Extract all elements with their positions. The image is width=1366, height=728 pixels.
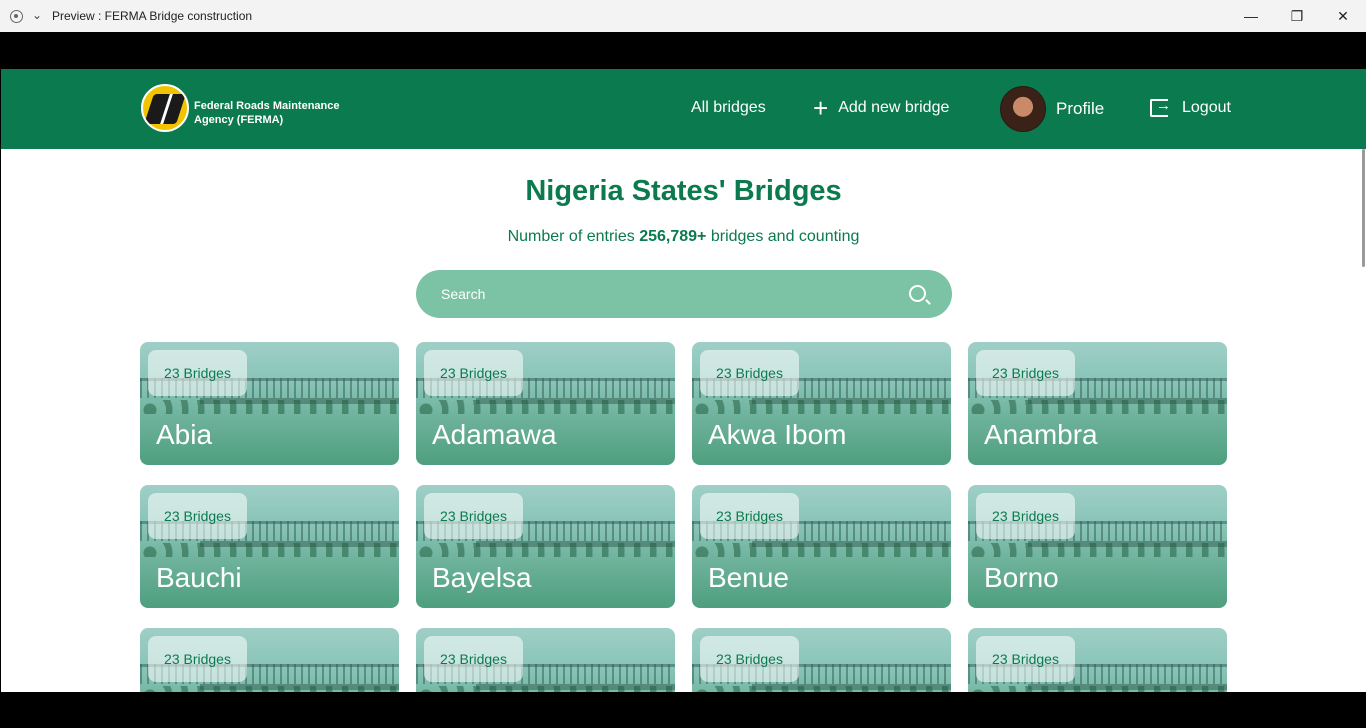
- bridge-count-badge: 23 Bridges: [148, 493, 247, 539]
- state-name: Abia: [156, 419, 213, 450]
- bridge-count-badge: 23 Bridges: [148, 350, 247, 396]
- state-card[interactable]: 23 Bridges: [968, 628, 1227, 692]
- state-card[interactable]: 23 Bridges Akwa Ibom: [692, 342, 951, 465]
- state-card[interactable]: 23 Bridges Anambra: [968, 342, 1227, 465]
- state-name: Adamawa: [432, 419, 557, 450]
- nav-add-new-bridge[interactable]: + Add new bridge: [813, 93, 950, 123]
- search-bar: [416, 270, 952, 318]
- nav-logout-label: Logout: [1182, 99, 1231, 116]
- bridge-count-badge: 23 Bridges: [976, 636, 1075, 682]
- entries-prefix: Number of entries: [507, 228, 635, 245]
- entries-summary: Number of entries 256,789+ bridges and c…: [1, 228, 1366, 246]
- restore-button[interactable]: ❐: [1274, 0, 1320, 32]
- minimize-button[interactable]: —: [1228, 0, 1274, 32]
- search-icon[interactable]: [909, 285, 926, 302]
- logout-icon: [1150, 97, 1171, 117]
- bridge-count-badge: 23 Bridges: [700, 350, 799, 396]
- entries-count: 256,789+: [639, 228, 707, 245]
- bottom-letterbox: [0, 692, 1366, 728]
- window-title: Preview : FERMA Bridge construction: [52, 9, 253, 23]
- nav-all-bridges[interactable]: All bridges: [691, 99, 766, 117]
- state-cards-grid: 23 Bridges Abia 23 Bridges Adamawa 23 Br…: [140, 342, 1228, 692]
- state-card[interactable]: 23 Bridges Benue: [692, 485, 951, 608]
- record-icon[interactable]: [10, 10, 23, 23]
- state-card[interactable]: 23 Bridges Borno: [968, 485, 1227, 608]
- search-input[interactable]: [416, 270, 896, 318]
- state-card[interactable]: 23 Bridges: [692, 628, 951, 692]
- state-name: Akwa Ibom: [708, 419, 847, 450]
- state-card[interactable]: 23 Bridges: [140, 628, 399, 692]
- state-name: Benue: [708, 562, 789, 593]
- avatar[interactable]: [1000, 86, 1046, 132]
- nav-profile[interactable]: Profile: [1000, 86, 1104, 132]
- state-card[interactable]: 23 Bridges Abia: [140, 342, 399, 465]
- bridge-count-badge: 23 Bridges: [424, 350, 523, 396]
- app-viewport: Federal Roads Maintenance Agency (FERMA)…: [1, 69, 1366, 692]
- state-card[interactable]: 23 Bridges: [416, 628, 675, 692]
- state-name: Bayelsa: [432, 562, 532, 593]
- bridge-count-badge: 23 Bridges: [976, 493, 1075, 539]
- state-card[interactable]: 23 Bridges Bauchi: [140, 485, 399, 608]
- bridge-count-badge: 23 Bridges: [148, 636, 247, 682]
- top-letterbox: [0, 32, 1366, 69]
- entries-suffix: bridges and counting: [710, 228, 860, 245]
- header-bar: Federal Roads Maintenance Agency (FERMA)…: [1, 69, 1366, 149]
- bridge-count-badge: 23 Bridges: [976, 350, 1075, 396]
- state-card[interactable]: 23 Bridges Adamawa: [416, 342, 675, 465]
- state-name: Bauchi: [156, 562, 242, 593]
- nav-add-new-bridge-label: Add new bridge: [838, 99, 950, 116]
- state-name: Borno: [984, 562, 1059, 593]
- scrollbar[interactable]: [1362, 149, 1365, 267]
- logo-text[interactable]: Federal Roads Maintenance Agency (FERMA): [194, 99, 364, 127]
- bridge-count-badge: 23 Bridges: [424, 636, 523, 682]
- close-button[interactable]: ✕: [1320, 0, 1366, 32]
- nav-profile-label: Profile: [1056, 99, 1105, 118]
- chevron-down-icon[interactable]: ⌄: [32, 8, 42, 22]
- page-title: Nigeria States' Bridges: [525, 175, 842, 207]
- state-name: Anambra: [984, 419, 1098, 450]
- plus-icon: +: [813, 93, 829, 123]
- ferma-logo-icon[interactable]: [141, 84, 189, 132]
- nav-all-bridges-label: All bridges: [691, 99, 766, 116]
- state-card[interactable]: 23 Bridges Bayelsa: [416, 485, 675, 608]
- bridge-count-badge: 23 Bridges: [700, 636, 799, 682]
- nav-logout[interactable]: Logout: [1150, 97, 1231, 117]
- bridge-count-badge: 23 Bridges: [424, 493, 523, 539]
- bridge-count-badge: 23 Bridges: [700, 493, 799, 539]
- window-titlebar: ⌄ Preview : FERMA Bridge construction — …: [0, 0, 1366, 32]
